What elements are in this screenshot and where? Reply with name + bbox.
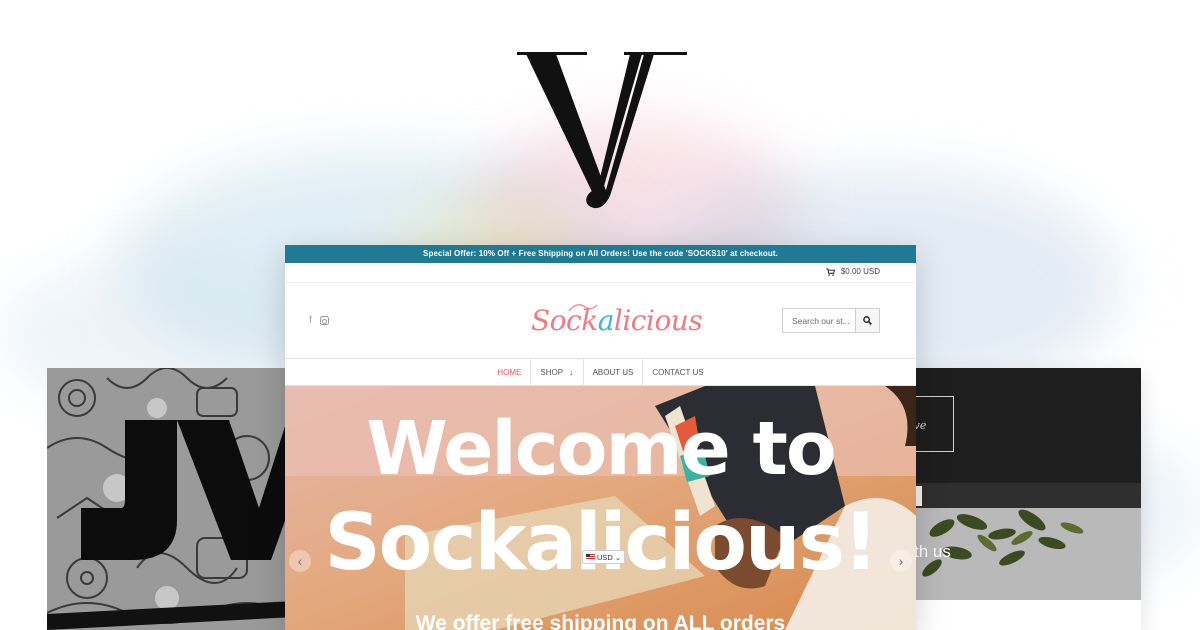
preview-card-right: hive th us [912,368,1141,630]
store-header: f Sockalicious [285,283,916,359]
arrow-down-icon: ↓ [569,366,574,377]
hero-slider: Welcome to Sockalicious! We offer free s… [285,386,916,630]
announcement-suffix: ' at checkout. [725,249,778,258]
search-button[interactable] [855,309,879,332]
us-flag-icon [586,554,595,560]
main-nav: HOME SHOP ↓ ABOUT US CONTACT US [285,359,916,386]
logo-frame-text: hive [912,419,927,432]
nav-item-home[interactable]: HOME [488,359,532,385]
search-icon [863,316,872,325]
chevron-right-icon: › [898,553,904,569]
instagram-icon[interactable] [319,316,329,325]
chevron-left-icon: ‹ [297,553,303,569]
hero-title-line-1: Welcome to [366,406,837,492]
logo-part-1: Sock [531,304,598,337]
announcement-bar: Special Offer: 10% Off + Free Shipping o… [285,245,916,263]
slider-next-button[interactable]: › [890,550,912,572]
hero-text: th us [914,542,951,561]
cart-icon [825,267,835,276]
facebook-icon[interactable]: f [309,315,312,326]
dark-band [912,483,1141,508]
cart-total: $0.00 USD [840,267,880,276]
cart-link[interactable]: $0.00 USD [825,267,880,276]
announcement-prefix: Special Offer: 10% Off + Free Shipping o… [423,249,688,258]
utility-bar: $0.00 USD [285,263,916,283]
store-logo[interactable]: Sockalicious [531,303,703,339]
currency-selector[interactable]: USD ⌄ [582,550,626,564]
brand-v-logo [517,52,687,209]
plant-hero: th us [912,508,1141,600]
search-box [782,308,880,333]
hero-title-line-2: Sockalicious! [324,498,878,588]
nav-label: CONTACT US [652,367,704,377]
currency-value: USD [597,552,613,562]
nav-label: HOME [497,367,522,377]
search-input[interactable] [783,309,855,332]
hero-subtitle: We offer free shipping on ALL orders [415,612,786,630]
social-links: f [309,315,329,326]
logo-frame: hive [912,396,954,452]
dark-header: hive [912,368,1141,483]
nav-label: ABOUT US [592,367,634,377]
jv-logo [81,420,287,560]
chevron-down-icon: ⌄ [614,552,622,562]
announcement-code: SOCKS10 [687,249,726,258]
nav-item-contact[interactable]: CONTACT US [643,359,712,385]
logo-part-2: a [597,304,615,337]
preview-card-left [47,368,287,630]
nav-item-shop[interactable]: SHOP ↓ [531,359,584,385]
logo-part-3: licious [613,304,703,337]
store-screenshot: Special Offer: 10% Off + Free Shipping o… [285,245,916,630]
slider-prev-button[interactable]: ‹ [289,550,311,572]
nav-item-about[interactable]: ABOUT US [584,359,644,385]
nav-label: SHOP [540,367,564,377]
